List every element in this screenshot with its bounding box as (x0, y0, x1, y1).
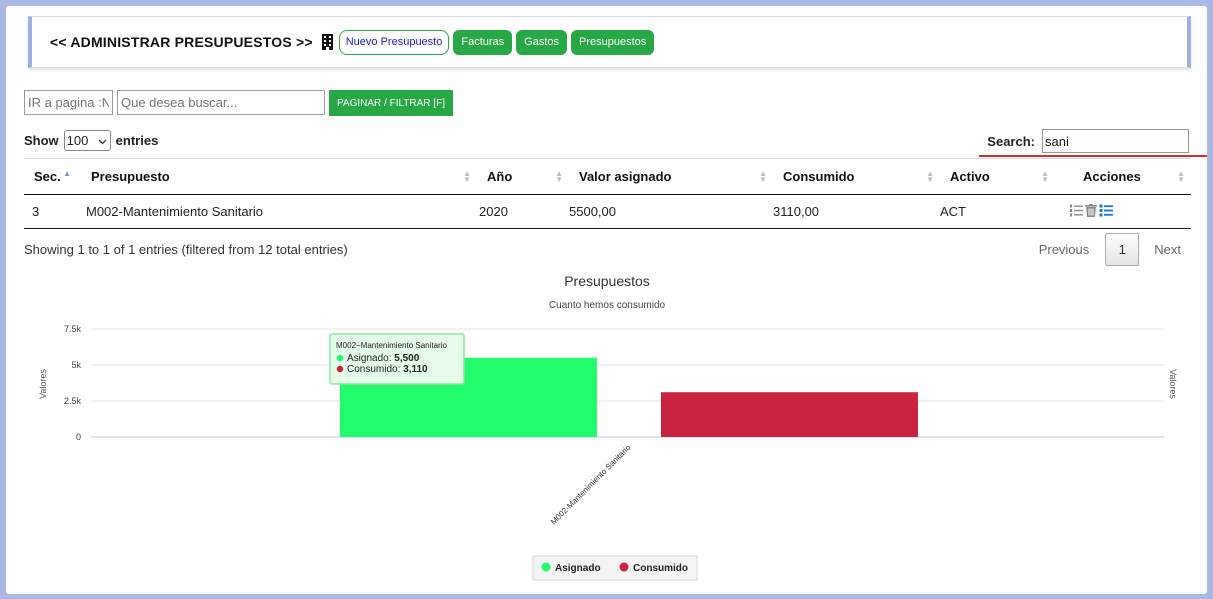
column-anio[interactable]: Año ▲ ▼ (477, 158, 569, 195)
cell-presupuesto: M002-Mantenimiento Sanitario (81, 194, 477, 229)
sort-icon: ▲ ▼ (463, 169, 471, 184)
chart-legend: Asignado Consumido (532, 555, 698, 581)
sort-icon: ▲ ▼ (759, 169, 767, 184)
presupuestos-table: Sec. ▲ Presupuesto ▲ ▼ Año ▲ ▼ Valor asignado… (24, 158, 1191, 229)
page-input[interactable] (24, 89, 113, 115)
search-underline (979, 155, 1207, 157)
column-acciones[interactable]: Acciones ▲ ▼ (1055, 158, 1191, 195)
list-icon[interactable] (1099, 204, 1113, 220)
query-input[interactable] (117, 89, 325, 115)
pagination: Previous 1 Next (1039, 233, 1189, 266)
sort-icon: ▲ ▼ (926, 169, 934, 184)
trash-icon[interactable] (1085, 203, 1097, 220)
header-card: << ADMINISTRAR PRESUPUESTOS >> Nuevo Pre… (28, 16, 1191, 68)
previous-button[interactable]: Previous (1039, 242, 1090, 257)
chart-title: Presupuestos (564, 273, 650, 289)
page-title: << ADMINISTRAR PRESUPUESTOS >> (50, 34, 313, 50)
y-tick-label: 7.5k (64, 324, 82, 334)
cell-activo: ACT (940, 194, 1055, 229)
column-activo[interactable]: Activo ▲ ▼ (940, 158, 1055, 195)
list-ol-icon[interactable] (1069, 204, 1083, 220)
table-info: Showing 1 to 1 of 1 entries (filtered fr… (24, 242, 348, 257)
sort-icon: ▲ ▼ (1177, 169, 1185, 184)
entries-label: entries (115, 133, 159, 148)
facturas-button[interactable]: Facturas (453, 29, 513, 55)
legend-marker (541, 562, 551, 572)
column-consumido[interactable]: Consumido ▲ ▼ (773, 158, 940, 195)
table-row: 3 M002-Mantenimiento Sanitario 2020 5500… (24, 194, 1191, 229)
bar-consumido (661, 392, 918, 437)
legend-item: Asignado (555, 563, 601, 574)
chart-tooltip: M002−Mantenimiento Sanitario Asignado: 5,… (329, 333, 465, 385)
search-label: Search: (987, 133, 1035, 149)
presupuestos-button[interactable]: Presupuestos (571, 29, 655, 55)
table-search: Search: (987, 129, 1189, 153)
toolbar: PAGINAR / FILTRAR [F] (24, 88, 453, 116)
sort-asc-icon: ▲ (63, 169, 71, 178)
y-tick-label: 5k (71, 360, 81, 370)
entries-select-value: 100 (66, 133, 89, 148)
search-input[interactable] (1042, 129, 1189, 153)
show-entries: Show 100 entries (24, 130, 158, 151)
y-axis-label-right: Valores (1168, 369, 1178, 399)
nuevo-presupuesto-button[interactable]: Nuevo Presupuesto (338, 29, 450, 55)
cell-anio: 2020 (477, 194, 569, 229)
x-tick-label: M002-Mantenimiento Sanitario (549, 443, 633, 527)
tooltip-title: M002−Mantenimiento Sanitario (336, 341, 448, 350)
presupuestos-chart: Presupuestos Cuanto hemos consumido 0 2.5… (38, 273, 1178, 581)
sort-icon: ▲ ▼ (1041, 169, 1049, 184)
legend-marker (619, 562, 629, 572)
tooltip-marker (336, 354, 344, 362)
column-presupuesto[interactable]: Presupuesto ▲ ▼ (81, 158, 477, 195)
y-tick-label: 2.5k (64, 396, 82, 406)
cell-valor: 5500,00 (569, 194, 773, 229)
y-tick-label: 0 (76, 432, 81, 442)
chevron-down-icon (98, 133, 107, 148)
page-1-button[interactable]: 1 (1105, 233, 1140, 266)
cell-sec: 3 (24, 194, 81, 229)
chart-subtitle: Cuanto hemos consumido (549, 300, 666, 311)
legend-item: Consumido (633, 563, 688, 574)
sort-icon: ▲ ▼ (555, 169, 563, 184)
show-label: Show (24, 133, 59, 148)
cell-acciones (1055, 194, 1191, 229)
tooltip-line: Consumido: 3,110 (347, 364, 428, 375)
main-frame: << ADMINISTRAR PRESUPUESTOS >> Nuevo Pre… (6, 6, 1207, 594)
cell-consumido: 3110,00 (773, 194, 940, 229)
column-sec[interactable]: Sec. ▲ (24, 158, 81, 195)
column-valor-asignado[interactable]: Valor asignado ▲ ▼ (569, 158, 773, 195)
tooltip-marker (336, 365, 344, 373)
next-button[interactable]: Next (1154, 242, 1181, 257)
entries-select[interactable]: 100 (63, 130, 111, 151)
gastos-button[interactable]: Gastos (516, 29, 568, 55)
paginar-filtrar-button[interactable]: PAGINAR / FILTRAR [F] (329, 90, 453, 116)
building-icon (321, 34, 334, 50)
tooltip-line: Asignado: 5,500 (347, 353, 420, 364)
y-axis-label: Valores (38, 369, 48, 399)
